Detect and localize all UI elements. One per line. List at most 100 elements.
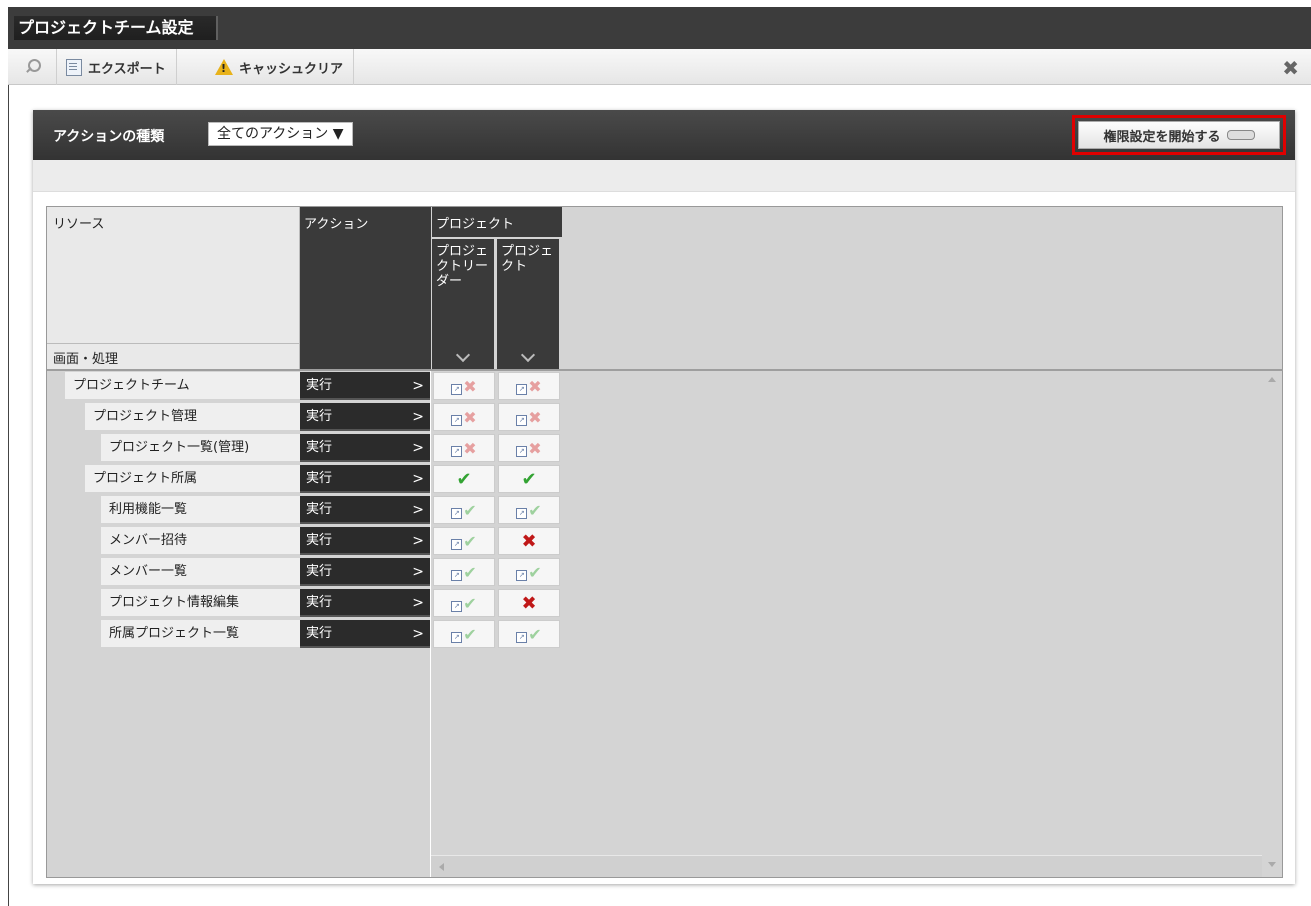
permission-cell-denied-inherited[interactable]: ↗ ✖ <box>498 372 560 400</box>
toolbar: エクスポート ! キャッシュクリア <box>8 49 1311 85</box>
inherit-icon: ↗ <box>451 569 463 581</box>
action-cell[interactable]: 実行 > <box>300 403 430 431</box>
action-label: 実行 <box>306 471 333 486</box>
screen-process-header: 画面・処理 <box>53 352 119 367</box>
cross-icon: ✖ <box>521 530 537 552</box>
check-icon: ✔ <box>528 500 542 520</box>
action-label: 実行 <box>306 502 333 517</box>
permission-cell-denied[interactable]: ✖ <box>498 589 560 617</box>
resource-row-name[interactable]: メンバー一覧 <box>101 558 300 586</box>
divider <box>8 85 9 906</box>
action-cell[interactable]: 実行 > <box>300 372 430 400</box>
permission-cell-denied-inherited[interactable]: ↗ ✖ <box>433 434 495 462</box>
permission-cell-allowed-inherited[interactable]: ↗ ✔ <box>498 558 560 586</box>
action-type-select[interactable]: 全てのアクション ▼ <box>208 122 353 146</box>
chevron-down-icon[interactable] <box>455 347 471 363</box>
cross-icon: ✖ <box>463 407 477 427</box>
action-cell[interactable]: 実行 > <box>300 558 430 586</box>
permission-cell-denied-inherited[interactable]: ↗ ✖ <box>433 372 495 400</box>
resource-row-name[interactable]: プロジェクトチーム <box>65 372 300 400</box>
chevron-down-icon[interactable] <box>520 347 536 363</box>
export-button[interactable]: エクスポート <box>56 49 177 85</box>
action-cell[interactable]: 実行 > <box>300 496 430 524</box>
search-button[interactable] <box>8 49 57 85</box>
permission-cell-allowed-inherited[interactable]: ↗ ✔ <box>433 589 495 617</box>
scroll-down-icon[interactable] <box>1268 862 1276 867</box>
inherit-icon: ↗ <box>451 538 463 550</box>
permission-cell-denied-inherited[interactable]: ↗ ✖ <box>498 434 560 462</box>
action-label: 実行 <box>306 533 333 548</box>
window-title-bar: プロジェクトチーム設定 <box>8 7 1311 49</box>
close-icon[interactable]: ✖ <box>1282 56 1299 80</box>
action-label: 実行 <box>306 595 333 610</box>
start-permission-setting-button[interactable]: 権限設定を開始する <box>1078 121 1280 149</box>
resource-row-name[interactable]: プロジェクト情報編集 <box>101 589 300 617</box>
resource-row-name[interactable]: プロジェクト管理 <box>85 403 300 431</box>
permission-cell-allowed-inherited[interactable]: ↗ ✔ <box>433 527 495 555</box>
search-icon <box>24 59 41 75</box>
cache-clear-label: キャッシュクリア <box>239 61 344 77</box>
check-icon: ✔ <box>463 593 477 613</box>
action-label: 実行 <box>306 378 333 393</box>
inherit-icon: ↗ <box>516 414 528 426</box>
export-label: エクスポート <box>88 61 166 77</box>
action-cell[interactable]: 実行 > <box>300 434 430 462</box>
role-label: プロジェクトリーダー <box>436 244 489 289</box>
permission-cell-allowed-inherited[interactable]: ↗ ✔ <box>498 620 560 648</box>
cross-icon: ✖ <box>521 592 537 614</box>
scroll-up-icon[interactable] <box>1268 377 1276 382</box>
horizontal-scrollbar[interactable] <box>431 855 1262 877</box>
inherit-icon: ↗ <box>516 569 528 581</box>
permission-cell-denied[interactable]: ✖ <box>498 527 560 555</box>
inherit-icon: ↗ <box>451 631 463 643</box>
check-icon: ✔ <box>456 468 472 490</box>
permission-cell-allowed[interactable]: ✔ <box>498 465 560 493</box>
resource-row-name[interactable]: 所属プロジェクト一覧 <box>101 620 300 648</box>
vertical-scrollbar[interactable] <box>1262 371 1282 877</box>
role-header-project[interactable]: プロジェクト <box>497 239 559 370</box>
action-header: アクション <box>300 207 431 370</box>
cross-icon: ✖ <box>463 438 477 458</box>
action-cell[interactable]: 実行 > <box>300 465 430 493</box>
toggle-icon <box>1226 130 1255 140</box>
panel-header: アクションの種類 全てのアクション ▼ 権限設定を開始する <box>33 110 1295 160</box>
permission-cell-denied-inherited[interactable]: ↗ ✖ <box>498 403 560 431</box>
action-header-label: アクション <box>304 217 369 232</box>
chevron-right-icon: > <box>412 471 424 487</box>
scroll-left-icon[interactable] <box>439 863 444 871</box>
check-icon: ✔ <box>463 500 477 520</box>
action-cell[interactable]: 実行 > <box>300 620 430 648</box>
action-type-label: アクションの種類 <box>53 129 165 145</box>
permission-cell-allowed-inherited[interactable]: ↗ ✔ <box>433 496 495 524</box>
chevron-right-icon: > <box>412 440 424 456</box>
inherit-icon: ↗ <box>451 414 463 426</box>
permission-cell-allowed-inherited[interactable]: ↗ ✔ <box>433 620 495 648</box>
resource-row-name[interactable]: プロジェクト所属 <box>85 465 300 493</box>
inherit-icon: ↗ <box>516 507 528 519</box>
permission-cell-allowed-inherited[interactable]: ↗ ✔ <box>433 558 495 586</box>
action-label: 実行 <box>306 440 333 455</box>
chevron-right-icon: > <box>412 502 424 518</box>
inherit-icon: ↗ <box>451 383 463 395</box>
project-group-label: プロジェクト <box>436 217 515 232</box>
resource-header: リソース 画面・処理 <box>47 207 300 370</box>
action-cell[interactable]: 実行 > <box>300 527 430 555</box>
inherit-icon: ↗ <box>451 507 463 519</box>
cross-icon: ✖ <box>463 376 477 396</box>
check-icon: ✔ <box>463 624 477 644</box>
permission-cell-allowed-inherited[interactable]: ↗ ✔ <box>498 496 560 524</box>
role-header-project-leader[interactable]: プロジェクトリーダー <box>432 239 494 370</box>
inherit-icon: ↗ <box>516 445 528 457</box>
action-label: 実行 <box>306 564 333 579</box>
highlight-box: 権限設定を開始する <box>1072 115 1286 155</box>
resource-row-name[interactable]: 利用機能一覧 <box>101 496 300 524</box>
cache-clear-button[interactable]: ! キャッシュクリア <box>205 49 355 85</box>
check-icon: ✔ <box>521 468 537 490</box>
resource-row-name[interactable]: メンバー招待 <box>101 527 300 555</box>
chevron-right-icon: > <box>412 533 424 549</box>
resource-row-name[interactable]: プロジェクト一覧(管理) <box>101 434 300 462</box>
permission-cell-allowed[interactable]: ✔ <box>433 465 495 493</box>
divider <box>430 371 431 877</box>
action-cell[interactable]: 実行 > <box>300 589 430 617</box>
permission-cell-denied-inherited[interactable]: ↗ ✖ <box>433 403 495 431</box>
